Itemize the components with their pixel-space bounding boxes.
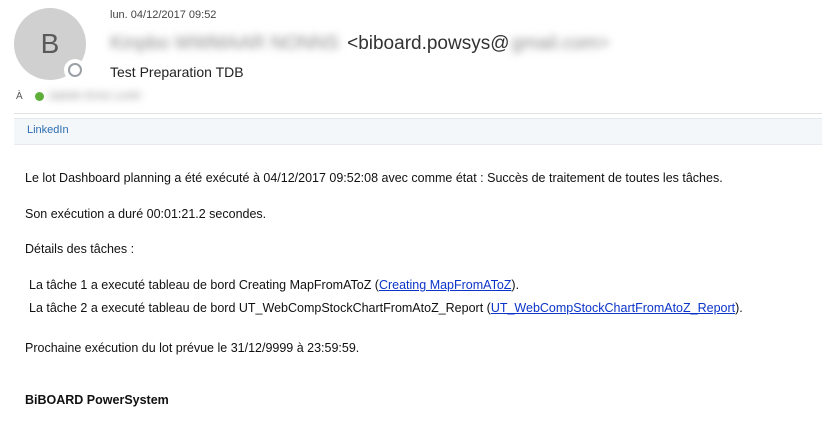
recipient-presence-icon: [34, 91, 44, 101]
recipient-line: À Jadolin Emis Lontrl: [16, 88, 141, 104]
sender-name: Kinpbo WWMAAR NONNS: [110, 33, 340, 54]
task-text: La tâche 1 a executé tableau de bord Cre…: [29, 278, 379, 292]
header-divider: [14, 113, 822, 114]
sender-email: <biboard.powsys@: [347, 33, 510, 54]
to-label: À: [16, 90, 23, 102]
recipient-name[interactable]: Jadolin Emis Lontrl: [48, 90, 141, 102]
message-subject: Test Preparation TDB: [110, 64, 244, 80]
presence-status-icon: [64, 59, 86, 81]
task-text: La tâche 2 a executé tableau de bord UT_…: [29, 301, 491, 315]
task-suffix: ).: [511, 278, 520, 292]
body-paragraph-status: Le lot Dashboard planning a été exécuté …: [25, 171, 723, 185]
sender-line[interactable]: Kinpbo WWMAAR NONNS <biboard.powsys@ gma…: [110, 30, 609, 58]
task-line: La tâche 2 a executé tableau de bord UT_…: [29, 300, 743, 316]
body-paragraph-duration: Son exécution a duré 00:01:21.2 secondes…: [25, 207, 267, 221]
task-suffix: ).: [735, 301, 743, 315]
sender-email-domain: gmail.com>: [511, 33, 610, 54]
body-paragraph-details-heading: Détails des tâches :: [25, 242, 135, 256]
signature: BiBOARD PowerSystem: [25, 393, 169, 407]
avatar-letter: B: [40, 28, 60, 59]
attachment-bar: LinkedIn: [14, 118, 822, 145]
task-line: La tâche 1 a executé tableau de bord Cre…: [29, 277, 519, 293]
body-paragraph-next-run: Prochaine exécution du lot prévue le 31/…: [25, 341, 360, 355]
task-link-creating-mapfromatoz[interactable]: Creating MapFromAToZ: [379, 278, 511, 292]
task-link-ut-webcompstockchart[interactable]: UT_WebCompStockChartFromAtoZ_Report: [491, 301, 735, 315]
message-date: lun. 04/12/2017 09:52: [110, 9, 217, 21]
linkedin-link[interactable]: LinkedIn: [27, 124, 69, 136]
